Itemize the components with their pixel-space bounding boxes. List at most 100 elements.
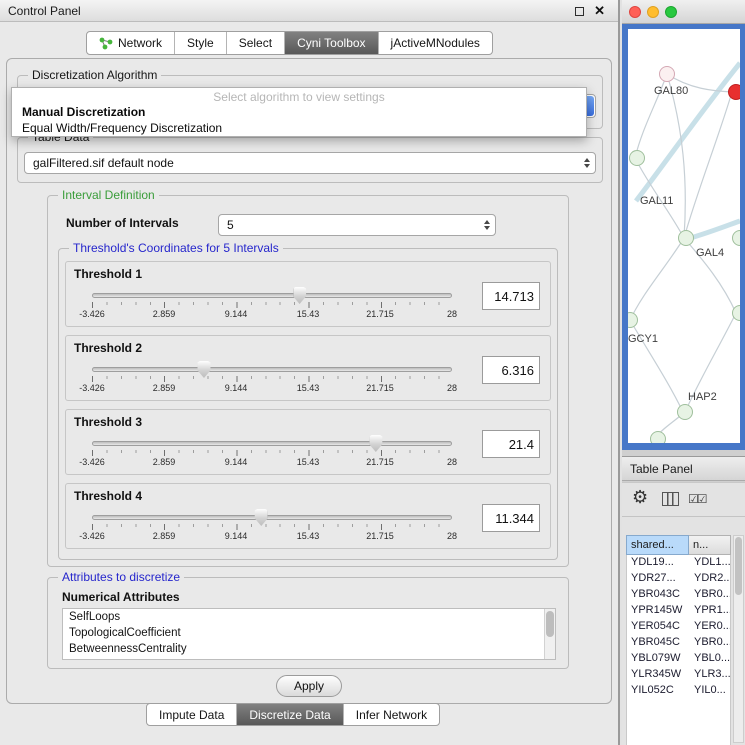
- network-node[interactable]: [659, 66, 675, 82]
- tab-cyni-toolbox[interactable]: Cyni Toolbox: [284, 32, 377, 54]
- tab-jactivemodules[interactable]: jActiveMNodules: [378, 32, 492, 54]
- tab-style[interactable]: Style: [174, 32, 226, 54]
- list-item[interactable]: BetweennessCentrality: [63, 641, 555, 657]
- table-row[interactable]: YBR043CYBR0...: [627, 587, 730, 603]
- table-row[interactable]: YPR145WYPR1...: [627, 603, 730, 619]
- interval-definition-group: Interval Definition Number of Intervals …: [47, 195, 569, 567]
- attributes-group: Attributes to discretize Numerical Attri…: [47, 577, 569, 669]
- table-cell[interactable]: YER0...: [690, 619, 730, 635]
- slider-ticks: [92, 376, 453, 382]
- network-node-selected[interactable]: [728, 84, 740, 100]
- list-item[interactable]: TopologicalCoefficient: [63, 625, 555, 641]
- tab-impute-data-label: Impute Data: [159, 708, 224, 722]
- table-row[interactable]: YDR27...YDR2...: [627, 571, 730, 587]
- close-traffic-light-icon[interactable]: [629, 6, 641, 18]
- table-cell[interactable]: YDL1...: [690, 555, 730, 571]
- slider-tick-labels: -3.426 2.859 9.144 15.43 21.715 28: [92, 457, 452, 468]
- table-panel: ⚙ ☑☑ shared... n... YDL19...YDL1... YDR2…: [622, 482, 745, 745]
- network-canvas[interactable]: GAL80 GAL11 GAL4 GCY1 HAP2: [628, 29, 740, 443]
- table-cell[interactable]: YLR3...: [690, 667, 730, 683]
- table-cell[interactable]: YPR1...: [690, 603, 730, 619]
- table-cell[interactable]: YDL19...: [627, 555, 690, 571]
- apply-button[interactable]: Apply: [276, 675, 342, 697]
- network-node[interactable]: [650, 431, 666, 443]
- float-window-icon[interactable]: [575, 7, 584, 16]
- table-cell[interactable]: YBL079W: [627, 651, 690, 667]
- column-header-shared-name[interactable]: shared...: [626, 535, 689, 555]
- table-row[interactable]: YDL19...YDL1...: [627, 555, 730, 571]
- table-panel-titlebar: Table Panel: [622, 456, 745, 481]
- table-row[interactable]: YBR045CYBR0...: [627, 635, 730, 651]
- network-node[interactable]: [678, 230, 694, 246]
- table-cell[interactable]: YBL0...: [690, 651, 730, 667]
- list-item[interactable]: SelfLoops: [63, 609, 555, 625]
- slider-tick-labels: -3.426 2.859 9.144 15.43 21.715 28: [92, 309, 452, 320]
- table-cell[interactable]: YBR0...: [690, 635, 730, 651]
- scrollbar-thumb[interactable]: [735, 537, 742, 595]
- column-header-name[interactable]: n...: [689, 535, 731, 555]
- table-data-combobox[interactable]: galFiltered.sif default node: [24, 152, 596, 174]
- threshold-1-label: Threshold 1: [74, 267, 142, 281]
- table-cell[interactable]: YDR2...: [690, 571, 730, 587]
- table-cell[interactable]: YER054C: [627, 619, 690, 635]
- table-row[interactable]: YER054CYER0...: [627, 619, 730, 635]
- threshold-4-value-input[interactable]: [482, 504, 540, 532]
- threshold-2-slider[interactable]: [92, 367, 452, 372]
- tick-label: -3.426: [79, 457, 105, 467]
- columns-icon[interactable]: [662, 492, 679, 506]
- number-of-intervals-combobox[interactable]: 5: [218, 214, 496, 236]
- list-scrollbar[interactable]: [544, 609, 555, 659]
- tick-label: 15.43: [297, 531, 320, 541]
- table-row[interactable]: YIL052CYIL0...: [627, 683, 730, 699]
- tab-infer-network[interactable]: Infer Network: [343, 704, 439, 725]
- gear-icon[interactable]: ⚙: [632, 487, 648, 508]
- threshold-1-slider[interactable]: [92, 293, 452, 298]
- scrollbar-thumb[interactable]: [546, 611, 554, 637]
- tick-label: 28: [447, 309, 457, 319]
- threshold-2-value-input[interactable]: [482, 356, 540, 384]
- tick-label: 21.715: [366, 457, 394, 467]
- table-row[interactable]: YBL079WYBL0...: [627, 651, 730, 667]
- table-cell[interactable]: YLR345W: [627, 667, 690, 683]
- zoom-traffic-light-icon[interactable]: [665, 6, 677, 18]
- minimize-traffic-light-icon[interactable]: [647, 6, 659, 18]
- threshold-2-panel: Threshold 2 -3.426 2.859 9.144 15.43 21.…: [65, 335, 551, 401]
- tick-label: 15.43: [297, 383, 320, 393]
- cyni-toolbox-panel: Discretization Algorithm Select algorith…: [6, 58, 612, 704]
- close-icon[interactable]: ✕: [594, 3, 605, 19]
- attributes-list[interactable]: SelfLoops TopologicalCoefficient Between…: [62, 608, 556, 660]
- network-node[interactable]: [677, 404, 693, 420]
- threshold-3-label: Threshold 3: [74, 415, 142, 429]
- numerical-attributes-heading: Numerical Attributes: [62, 590, 180, 604]
- tab-discretize-data[interactable]: Discretize Data: [236, 704, 342, 725]
- table-header-row: shared... n...: [626, 535, 731, 555]
- threshold-3-slider[interactable]: [92, 441, 452, 446]
- combobox-arrows-icon: [484, 220, 490, 230]
- threshold-3-value-input[interactable]: [482, 430, 540, 458]
- table-cell[interactable]: YIL052C: [627, 683, 690, 699]
- tick-label: 28: [447, 531, 457, 541]
- tab-network[interactable]: Network: [87, 32, 174, 54]
- table-row[interactable]: YLR345WYLR3...: [627, 667, 730, 683]
- table-cell[interactable]: YIL0...: [690, 683, 730, 699]
- control-panel-title: Control Panel: [8, 4, 81, 18]
- tab-select[interactable]: Select: [226, 32, 284, 54]
- threshold-1-value-input[interactable]: [482, 282, 540, 310]
- tick-label: 2.859: [153, 457, 176, 467]
- table-cell[interactable]: YPR145W: [627, 603, 690, 619]
- algorithm-dropdown-popup: Select algorithm to view settings Manual…: [11, 87, 587, 137]
- table-cell[interactable]: YBR0...: [690, 587, 730, 603]
- dropdown-option-manual[interactable]: Manual Discretization: [12, 104, 586, 120]
- threshold-4-slider[interactable]: [92, 515, 452, 520]
- dropdown-option-equal-width[interactable]: Equal Width/Frequency Discretization: [12, 120, 586, 136]
- table-cell[interactable]: YBR043C: [627, 587, 690, 603]
- select-columns-checkboxes-icon[interactable]: ☑☑: [688, 492, 706, 506]
- table-cell[interactable]: YBR045C: [627, 635, 690, 651]
- slider-ticks: [92, 302, 453, 308]
- table-scrollbar[interactable]: [733, 535, 744, 743]
- tick-label: 21.715: [366, 531, 394, 541]
- table-cell[interactable]: YDR27...: [627, 571, 690, 587]
- tab-impute-data[interactable]: Impute Data: [147, 704, 236, 725]
- control-panel: Control Panel ✕ Network Style Select Cyn…: [0, 0, 620, 745]
- network-node[interactable]: [629, 150, 645, 166]
